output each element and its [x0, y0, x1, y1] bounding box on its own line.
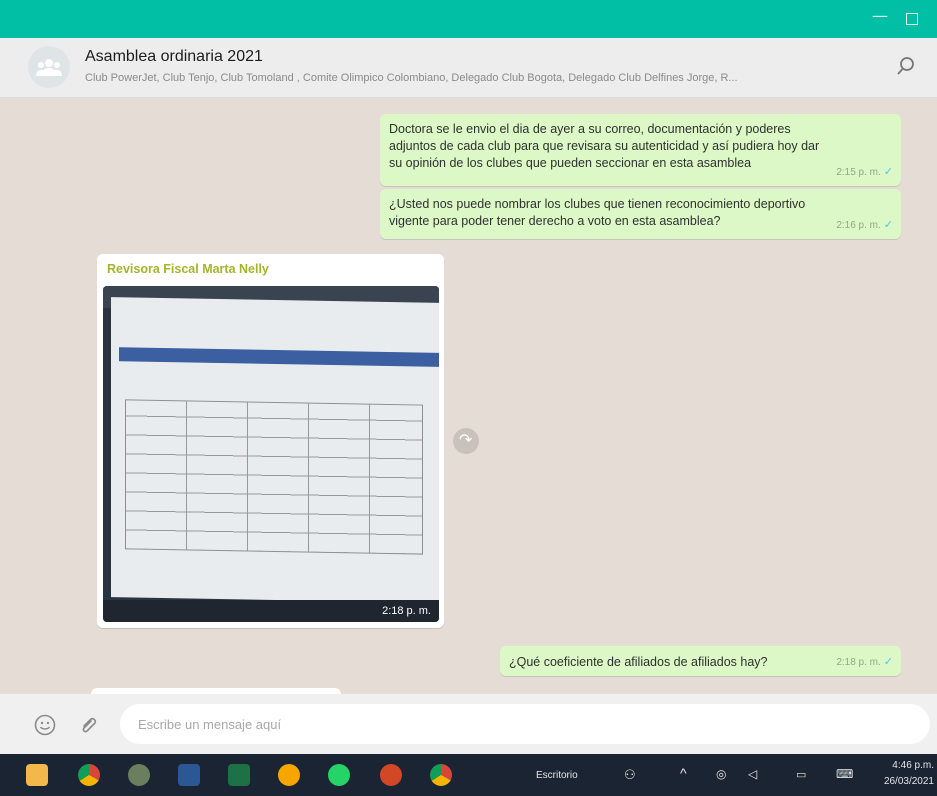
group-icon	[36, 59, 62, 76]
network-icon[interactable]: ◎	[716, 767, 726, 781]
whatsapp-icon[interactable]	[328, 764, 350, 786]
message-time: 2:16 p. m.	[836, 220, 881, 231]
image-message[interactable]: Revisora Fiscal Marta Nelly 2:18 p. m.	[97, 254, 444, 628]
volume-icon[interactable]: ◁	[748, 767, 757, 781]
chat-participants: Club PowerJet, Club Tenjo, Club Tomoland…	[85, 72, 738, 84]
chat-header[interactable]: Asamblea ordinaria 2021 Club PowerJet, C…	[0, 38, 937, 98]
message-bubble[interactable]: ¿Qué coeficiente de afiliados de afiliad…	[500, 646, 901, 676]
forward-icon: ↷	[459, 430, 473, 449]
message-text: ¿Usted nos puede nombrar los clubes que …	[389, 197, 806, 228]
paperclip-icon[interactable]	[78, 714, 100, 736]
desktop-toolbar-label[interactable]: Escritorio	[536, 770, 578, 781]
message-time: 2:18 p. m.	[836, 657, 881, 668]
keyboard-icon[interactable]: ⌨	[836, 767, 853, 781]
message-meta: 2:16 p. m. ✓	[836, 217, 893, 234]
check-icon: ✓	[883, 656, 893, 668]
shared-photo[interactable]: 2:18 p. m.	[103, 286, 439, 622]
photo-screen	[111, 297, 439, 603]
window-title-bar: —	[0, 0, 937, 38]
message-bubble[interactable]: Doctora se le envio el dia de ayer a su …	[380, 114, 901, 186]
paint-icon[interactable]	[128, 764, 150, 786]
message-text: Doctora se le envio el dia de ayer a su …	[389, 122, 820, 170]
chevron-up-icon[interactable]: ^	[680, 765, 687, 781]
chrome-icon[interactable]	[78, 764, 100, 786]
battery-icon[interactable]: ▭	[796, 768, 806, 781]
message-text: ¿Qué coeficiente de afiliados de afiliad…	[509, 655, 768, 669]
excel-icon[interactable]	[228, 764, 250, 786]
chat-title: Asamblea ordinaria 2021	[85, 48, 263, 65]
powerpoint-icon[interactable]	[380, 764, 402, 786]
message-composer	[0, 694, 937, 754]
clock-date[interactable]: 26/03/2021	[872, 776, 934, 787]
check-icon: ✓	[883, 166, 893, 178]
word-icon[interactable]	[178, 764, 200, 786]
message-input[interactable]	[120, 704, 930, 744]
message-list[interactable]: Doctora se le envio el dia de ayer a su …	[0, 98, 937, 694]
file-explorer-icon[interactable]	[26, 764, 48, 786]
group-avatar[interactable]	[28, 46, 70, 88]
clock-time[interactable]: 4:46 p.m.	[878, 760, 934, 771]
message-meta: 2:15 p. m. ✓	[836, 164, 893, 181]
photo-header-band	[119, 347, 439, 367]
restore-button[interactable]	[906, 13, 918, 25]
minimize-button[interactable]: —	[872, 6, 888, 25]
message-time: 2:18 p. m.	[382, 605, 431, 617]
chrome-profile-icon[interactable]	[430, 764, 452, 786]
photo-table	[125, 399, 423, 555]
message-bubble[interactable]: ¿Usted nos puede nombrar los clubes que …	[380, 189, 901, 239]
search-icon[interactable]	[896, 56, 916, 76]
forward-button[interactable]: ↷	[453, 428, 479, 454]
check-icon: ✓	[883, 219, 893, 231]
message-meta: 2:18 p. m. ✓	[836, 654, 893, 671]
message-time: 2:15 p. m.	[836, 167, 881, 178]
sender-name: Revisora Fiscal Marta Nelly	[107, 262, 269, 276]
people-icon[interactable]: ⚇	[624, 767, 636, 783]
emoji-icon[interactable]	[34, 714, 56, 736]
os-taskbar: Escritorio ⚇ ^ ◎ ◁ ▭ ⌨ 4:46 p.m. 26/03/2…	[0, 754, 937, 796]
browser-icon[interactable]	[278, 764, 300, 786]
